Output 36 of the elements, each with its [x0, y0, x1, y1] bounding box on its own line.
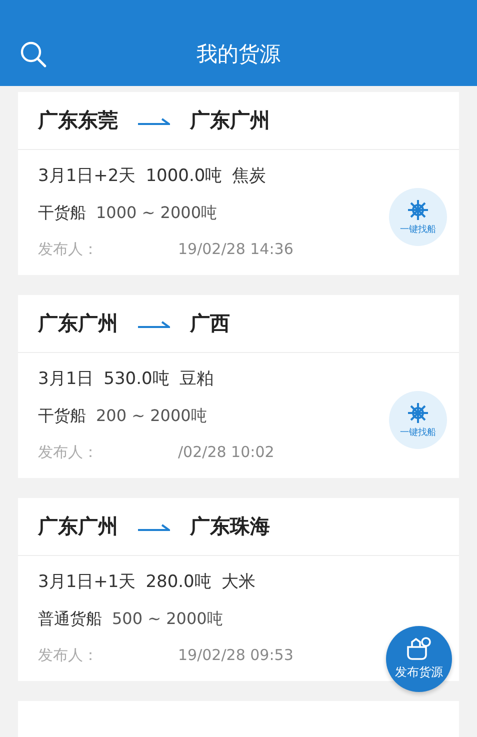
origin-city: 广东广州	[38, 513, 118, 540]
origin-city: 广东东莞	[38, 107, 118, 134]
search-icon[interactable]	[19, 40, 47, 68]
find-ship-button[interactable]: 一键找船	[389, 391, 447, 449]
destination-city: 广东珠海	[190, 513, 270, 540]
ship-range-text: 500 ~ 2000吨	[112, 609, 223, 630]
ship-wheel-icon	[407, 402, 429, 424]
cargo-text: 大米	[221, 571, 256, 593]
ship-type-text: 干货船	[38, 406, 86, 427]
schedule-text: 3月1日	[38, 368, 94, 390]
find-ship-button[interactable]: 一键找船	[389, 188, 447, 246]
publisher-label: 发布人：	[38, 646, 98, 665]
cargo-card[interactable]: 广东广州 广西 3月1日 530.0吨 豆粕 干货船 200 ~ 2000吨 发布人： /02/28 10:02 一键找船	[18, 295, 459, 478]
publish-time: 19/02/28 09:53	[178, 646, 294, 664]
cargo-text: 焦炭	[232, 165, 266, 187]
ship-type-text: 普通货船	[38, 609, 102, 630]
publisher-label: 发布人：	[38, 443, 98, 462]
cargo-text: 豆粕	[179, 368, 214, 390]
ship-type-text: 干货船	[38, 203, 86, 224]
ship-wheel-icon	[407, 198, 429, 220]
cargo-box-icon	[406, 637, 432, 661]
ship-range-text: 200 ~ 2000吨	[96, 406, 207, 427]
origin-city: 广东广州	[38, 310, 118, 337]
tonnage-text: 530.0吨	[104, 368, 170, 390]
cargo-card[interactable]: 广东东莞 广东广州 3月1日+2天 1000.0吨 焦炭 干货船 1000 ~ 2000吨 发布人： 19/02/28 14:36 一键找船	[18, 92, 459, 275]
publish-time: /02/28 10:02	[178, 443, 274, 461]
schedule-text: 3月1日+2天	[38, 165, 136, 187]
destination-city: 广西	[190, 310, 230, 337]
tonnage-text: 280.0吨	[146, 571, 212, 593]
schedule-text: 3月1日+1天	[38, 571, 136, 593]
publish-time: 19/02/28 14:36	[178, 240, 294, 258]
destination-city: 广东广州	[190, 107, 270, 134]
publisher-label: 发布人：	[38, 240, 98, 259]
page-title: 我的货源	[196, 41, 280, 68]
tonnage-text: 1000.0吨	[146, 165, 222, 187]
ship-range-text: 1000 ~ 2000吨	[96, 203, 218, 224]
